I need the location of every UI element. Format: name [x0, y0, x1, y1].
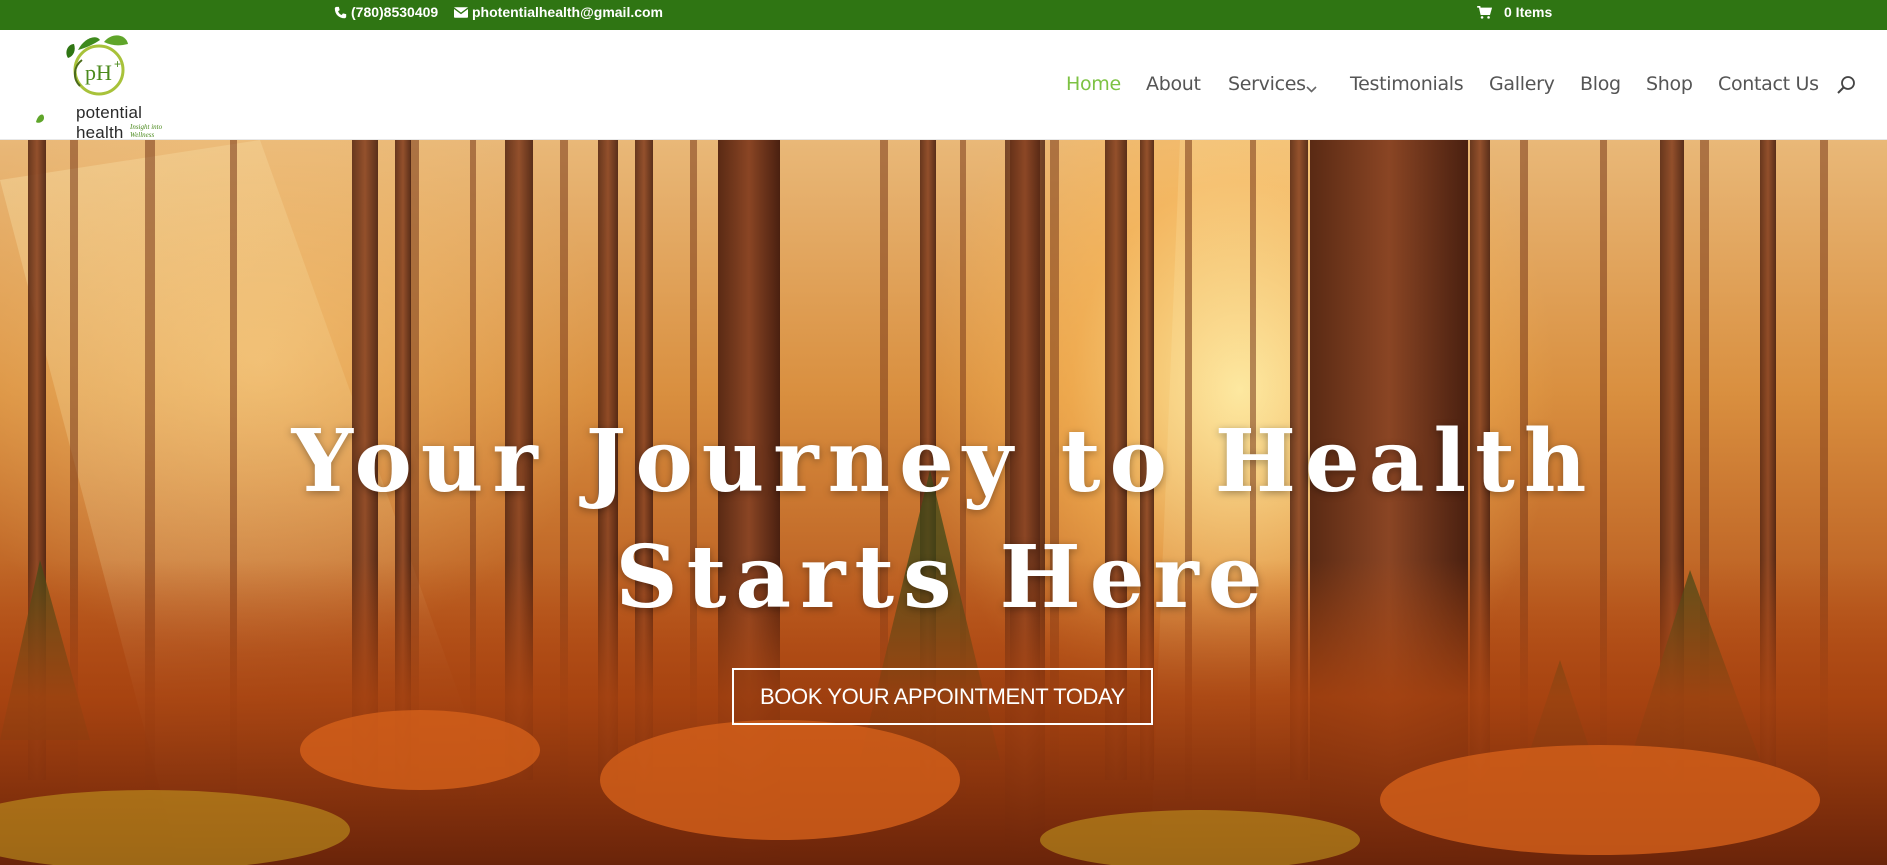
- nav-item-shop[interactable]: Shop: [1646, 73, 1693, 95]
- hero-section: Your Journey to Health Starts Here BOOK …: [0, 140, 1887, 865]
- phone-number[interactable]: (780)8530409: [351, 0, 438, 24]
- nav-item-gallery[interactable]: Gallery: [1489, 73, 1555, 95]
- cart-link[interactable]: 0 Items: [1477, 0, 1552, 24]
- phone-icon: [334, 6, 347, 18]
- main-nav: Home About Services Testimonials Gallery…: [0, 30, 1887, 140]
- hero-heading-line2: Starts Here: [615, 527, 1272, 628]
- nav-item-testimonials[interactable]: Testimonials: [1350, 73, 1464, 95]
- book-appointment-button[interactable]: BOOK YOUR APPOINTMENT TODAY: [732, 668, 1153, 725]
- hero-heading: Your Journey to Health Starts Here: [0, 404, 1887, 636]
- search-icon[interactable]: [1836, 75, 1856, 100]
- hero-heading-line1: Your Journey to Health: [291, 411, 1596, 512]
- top-bar: (780)8530409 photentialhealth@gmail.com …: [0, 0, 1887, 30]
- nav-item-about[interactable]: About: [1146, 73, 1201, 95]
- phone-contact[interactable]: (780)8530409: [334, 0, 438, 24]
- chevron-down-icon[interactable]: [1306, 80, 1317, 98]
- envelope-icon: [454, 6, 468, 18]
- cart-icon: [1477, 5, 1492, 19]
- email-address[interactable]: photentialhealth@gmail.com: [472, 0, 663, 24]
- nav-item-services[interactable]: Services: [1228, 73, 1306, 95]
- site-header: pH + potential health Insight into Welln…: [0, 30, 1887, 142]
- cart-count[interactable]: 0 Items: [1504, 0, 1552, 24]
- nav-item-blog[interactable]: Blog: [1580, 73, 1621, 95]
- nav-item-home[interactable]: Home: [1066, 73, 1121, 95]
- nav-item-contact-us[interactable]: Contact Us: [1718, 73, 1819, 95]
- email-contact[interactable]: photentialhealth@gmail.com: [454, 0, 663, 24]
